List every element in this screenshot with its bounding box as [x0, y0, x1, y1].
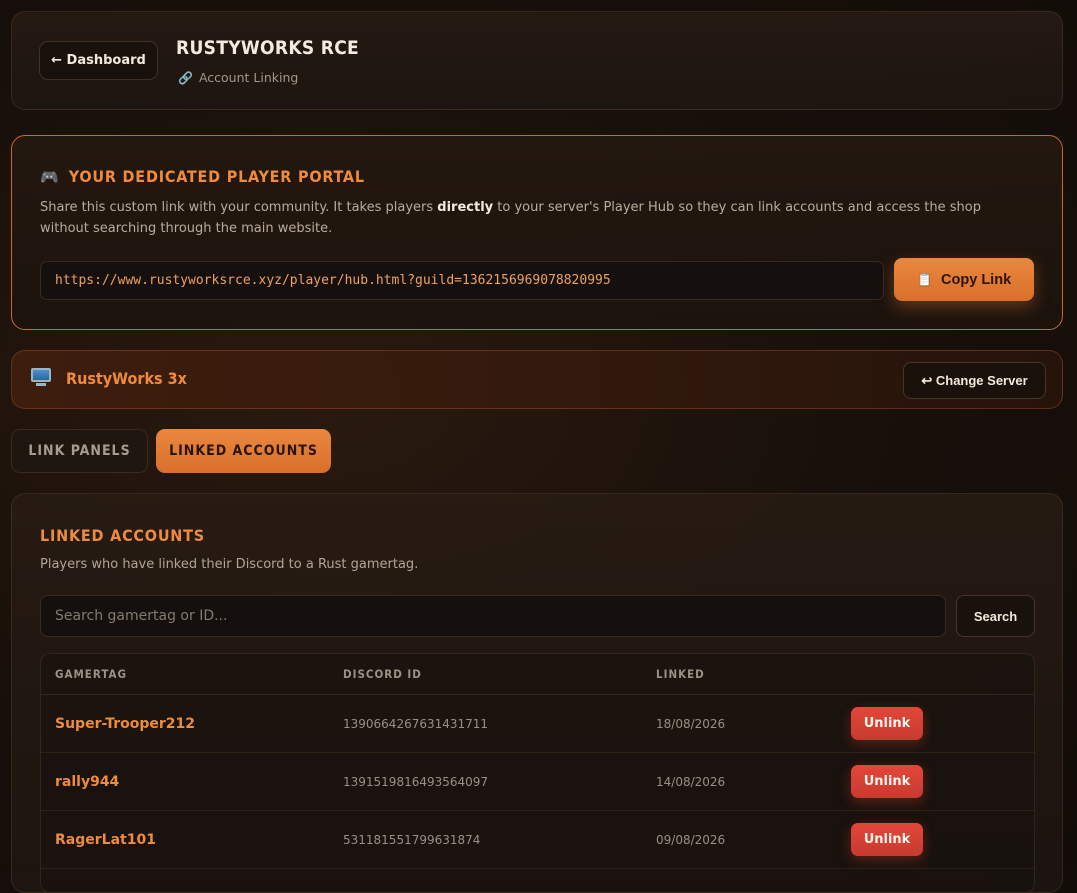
subtitle-label: Account Linking	[198, 70, 299, 85]
player-portal-card: 🎮 YOUR DEDICATED PLAYER PORTAL Share thi…	[11, 135, 1063, 330]
linked-accounts-title: LINKED ACCOUNTS	[40, 526, 205, 545]
unlink-button[interactable]: Unlink	[851, 765, 923, 798]
clipboard-icon: 📋	[916, 271, 934, 287]
unlink-button[interactable]: Unlink	[851, 707, 923, 740]
back-to-dashboard-button[interactable]: ← Dashboard	[39, 41, 158, 80]
discord-id-cell: 1390664267631431711	[343, 716, 489, 731]
gamertag-cell: RagerLat101	[55, 831, 156, 848]
table-row: RagerLat101 531181551799631874 09/08/202…	[41, 811, 1034, 869]
tab-link-panels[interactable]: LINK PANELS	[11, 429, 148, 473]
linked-accounts-table: GAMERTAG DISCORD ID LINKED Super-Trooper…	[40, 653, 1035, 893]
linked-date-cell: 14/08/2026	[656, 774, 726, 789]
copy-link-label: Copy Link	[941, 271, 1012, 288]
linked-date-cell: 18/08/2026	[656, 716, 726, 731]
copy-link-button[interactable]: 📋 Copy Link	[894, 258, 1034, 301]
header-panel: ← Dashboard RUSTYWORKS RCE 🔗 Account Lin…	[11, 11, 1063, 110]
change-server-button[interactable]: ↩ Change Server	[903, 362, 1046, 399]
page-title: RUSTYWORKS RCE	[176, 37, 360, 59]
column-header-linked: LINKED	[656, 667, 705, 681]
unlink-button[interactable]: Unlink	[851, 823, 923, 856]
page-subtitle: 🔗 Account Linking	[178, 70, 298, 85]
gamertag-cell: Super-Trooper212	[55, 715, 196, 732]
search-button[interactable]: Search	[956, 595, 1035, 637]
table-row: rally944 1391519816493564097 14/08/2026 …	[41, 753, 1034, 811]
portal-description: Share this custom link with your communi…	[40, 200, 981, 236]
linked-accounts-card: LINKED ACCOUNTS Players who have linked …	[11, 493, 1063, 893]
linked-date-cell: 09/08/2026	[656, 832, 726, 847]
gamertag-cell: rally944	[55, 773, 120, 790]
portal-heading: 🎮 YOUR DEDICATED PLAYER PORTAL	[40, 167, 365, 186]
gamepad-icon: 🎮	[40, 167, 59, 186]
linked-accounts-description: Players who have linked their Discord to…	[40, 557, 419, 572]
column-header-discord-id: DISCORD ID	[343, 667, 422, 681]
discord-id-cell: 1391519816493564097	[343, 774, 489, 789]
portal-link-field[interactable]: https://www.rustyworksrce.xyz/player/hub…	[40, 261, 884, 300]
column-header-gamertag: GAMERTAG	[55, 667, 127, 681]
server-name: RustyWorks 3x	[66, 369, 187, 388]
link-icon: 🔗	[178, 70, 193, 85]
tab-linked-accounts[interactable]: LINKED ACCOUNTS	[156, 429, 331, 473]
discord-id-cell: 531181551799631874	[343, 832, 481, 847]
table-row: Super-Trooper212 1390664267631431711 18/…	[41, 695, 1034, 753]
table-header: GAMERTAG DISCORD ID LINKED	[41, 654, 1034, 695]
monitor-icon	[31, 368, 51, 386]
search-input[interactable]	[40, 595, 946, 637]
selected-server-bar: RustyWorks 3x ↩ Change Server	[11, 350, 1063, 409]
portal-title: YOUR DEDICATED PLAYER PORTAL	[68, 167, 365, 186]
